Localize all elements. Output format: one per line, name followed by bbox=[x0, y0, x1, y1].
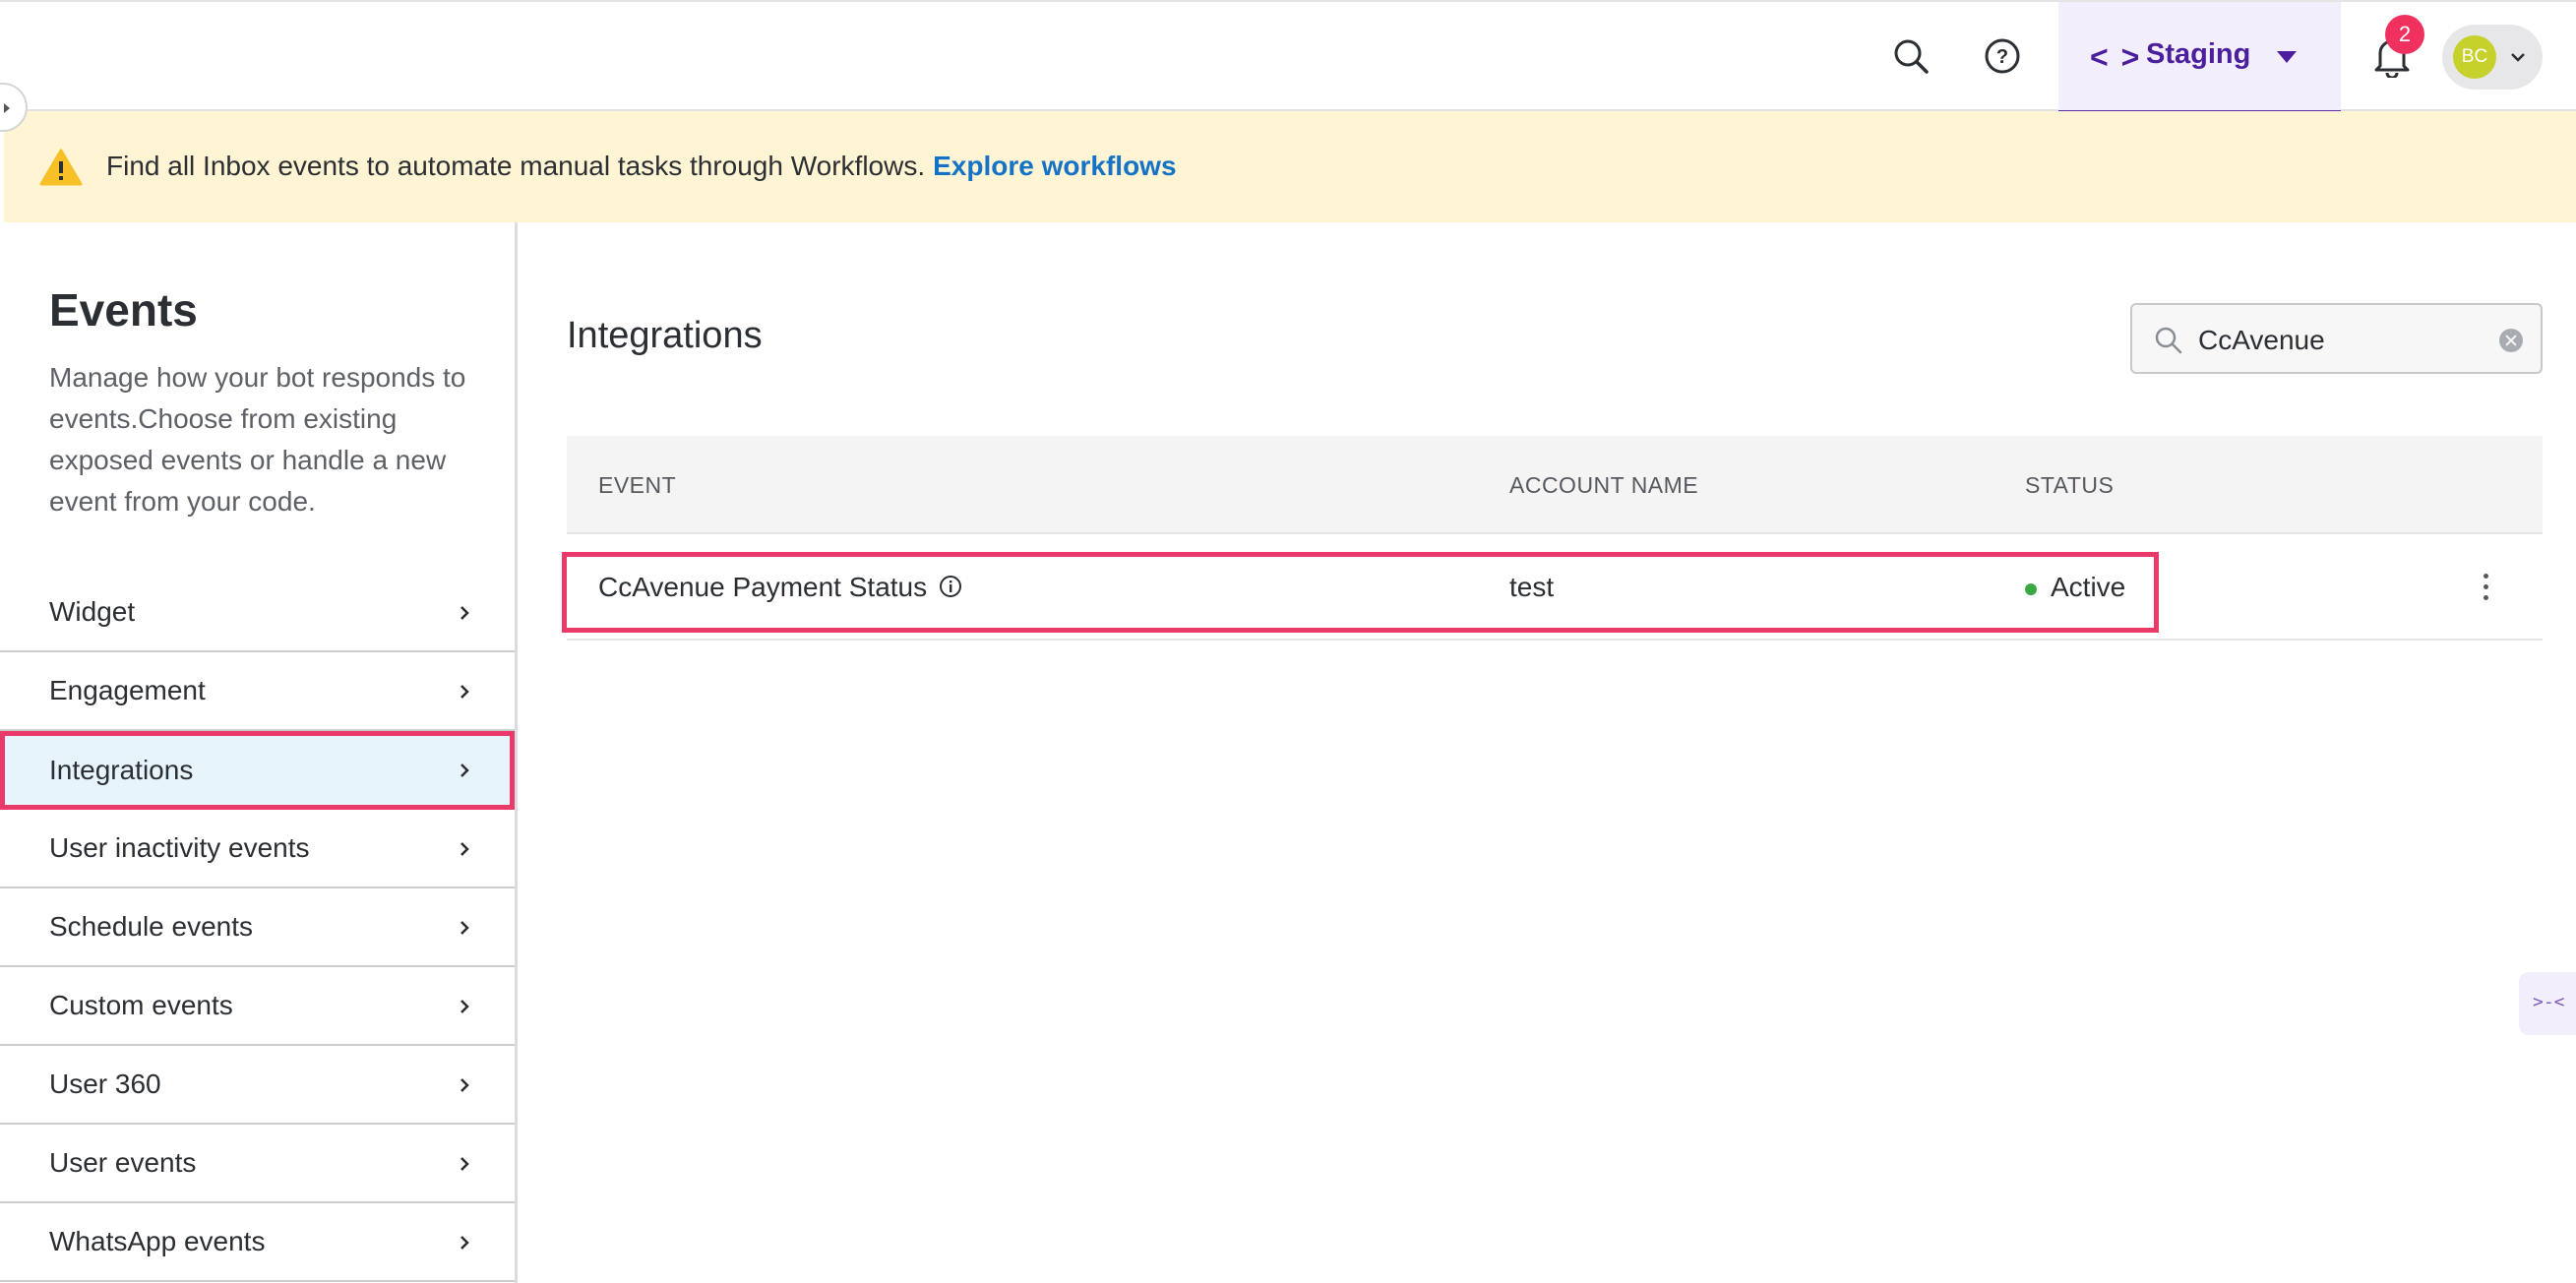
caret-down-icon bbox=[2277, 51, 2297, 63]
sidebar-item-label: User events bbox=[49, 1147, 197, 1178]
chevron-right-icon bbox=[460, 921, 469, 935]
status-dot-icon bbox=[2025, 583, 2037, 595]
integrations-table: EVENT ACCOUNT NAME STATUS CcAvenue Payme… bbox=[562, 436, 2543, 641]
column-header-status: STATUS bbox=[2025, 472, 2115, 498]
user-menu[interactable]: BC bbox=[2442, 25, 2543, 90]
sidebar-item-label: Integrations bbox=[49, 755, 194, 785]
column-header-account-name: ACCOUNT NAME bbox=[1509, 472, 1699, 498]
chevron-right-icon bbox=[460, 764, 469, 777]
explore-workflows-link[interactable]: Explore workflows bbox=[933, 151, 1176, 181]
notification-badge: 2 bbox=[2385, 15, 2424, 54]
sidebar-item-label: Custom events bbox=[49, 990, 233, 1020]
environment-switcher[interactable]: < > Staging bbox=[2058, 2, 2341, 113]
banner-text: Find all Inbox events to automate manual… bbox=[106, 151, 926, 181]
chevron-right-icon bbox=[460, 1236, 469, 1250]
sidebar-item-engagement[interactable]: Engagement bbox=[0, 652, 515, 731]
search-icon[interactable] bbox=[1886, 31, 1935, 81]
sidebar-item-label: WhatsApp events bbox=[49, 1226, 266, 1256]
banner-message: Find all Inbox events to automate manual… bbox=[106, 151, 1177, 182]
sidebar-item-user-360[interactable]: User 360 bbox=[0, 1046, 515, 1125]
sidebar-item-user-inactivity-events[interactable]: User inactivity events bbox=[0, 810, 515, 888]
top-header: ? < > Staging 2 BC bbox=[0, 0, 2576, 132]
sidebar-item-label: Engagement bbox=[49, 675, 206, 705]
search-input[interactable]: CcAvenue bbox=[2130, 303, 2543, 374]
help-icon[interactable]: ? bbox=[1978, 31, 2027, 81]
account-name: test bbox=[1509, 572, 1555, 602]
chevron-right-icon bbox=[460, 1078, 469, 1092]
status-badge: Active bbox=[2051, 572, 2126, 602]
chevron-right-icon bbox=[460, 685, 469, 699]
search-icon bbox=[2155, 327, 2182, 354]
warning-icon bbox=[39, 149, 83, 186]
sidebar-description: Manage how your bot responds to events.C… bbox=[49, 362, 466, 517]
sidebar-title: Events bbox=[49, 284, 198, 336]
table-header: EVENT ACCOUNT NAME STATUS bbox=[567, 436, 2543, 534]
workflow-banner: Find all Inbox events to automate manual… bbox=[4, 111, 2576, 222]
sidebar-item-user-events[interactable]: User events bbox=[0, 1125, 515, 1203]
svg-text:?: ? bbox=[1996, 46, 2008, 68]
events-sidebar: Events Manage how your bot responds to e… bbox=[0, 222, 518, 1283]
sidebar-item-label: Widget bbox=[49, 596, 136, 627]
sidebar-item-label: User 360 bbox=[49, 1069, 161, 1099]
sidebar-nav: Widget Engagement Integrations User inac… bbox=[0, 574, 515, 1282]
table-row[interactable]: CcAvenue Payment Status test Active bbox=[567, 534, 2543, 641]
sidebar-item-label: User inactivity events bbox=[49, 832, 310, 863]
sidebar-item-custom-events[interactable]: Custom events bbox=[0, 967, 515, 1046]
more-options-icon[interactable] bbox=[2466, 568, 2505, 607]
event-name: CcAvenue Payment Status bbox=[598, 572, 928, 602]
page-title: Integrations bbox=[567, 315, 763, 356]
chevron-right-icon bbox=[460, 842, 469, 856]
column-header-event: EVENT bbox=[598, 472, 677, 498]
sidebar-item-widget[interactable]: Widget bbox=[0, 574, 515, 652]
sidebar-item-whatsapp-events[interactable]: WhatsApp events bbox=[0, 1203, 515, 1282]
bot-face-icon: >-< bbox=[2533, 992, 2565, 1012]
sidebar-item-schedule-events[interactable]: Schedule events bbox=[0, 888, 515, 967]
assistant-widget-tab[interactable]: >-< bbox=[2519, 972, 2576, 1035]
chevron-right-icon bbox=[460, 606, 469, 620]
code-icon: < > bbox=[2090, 39, 2142, 75]
sidebar-item-label: Schedule events bbox=[49, 911, 254, 942]
info-icon[interactable] bbox=[938, 574, 963, 599]
chevron-right-icon bbox=[460, 1157, 469, 1171]
sidebar-item-integrations[interactable]: Integrations bbox=[0, 731, 515, 810]
environment-label: Staging bbox=[2146, 38, 2251, 70]
search-value: CcAvenue bbox=[2198, 325, 2325, 355]
clear-search-icon[interactable] bbox=[2499, 329, 2523, 352]
chevron-down-icon bbox=[2511, 53, 2525, 62]
avatar: BC bbox=[2453, 35, 2496, 79]
chevron-right-icon bbox=[460, 1000, 469, 1013]
